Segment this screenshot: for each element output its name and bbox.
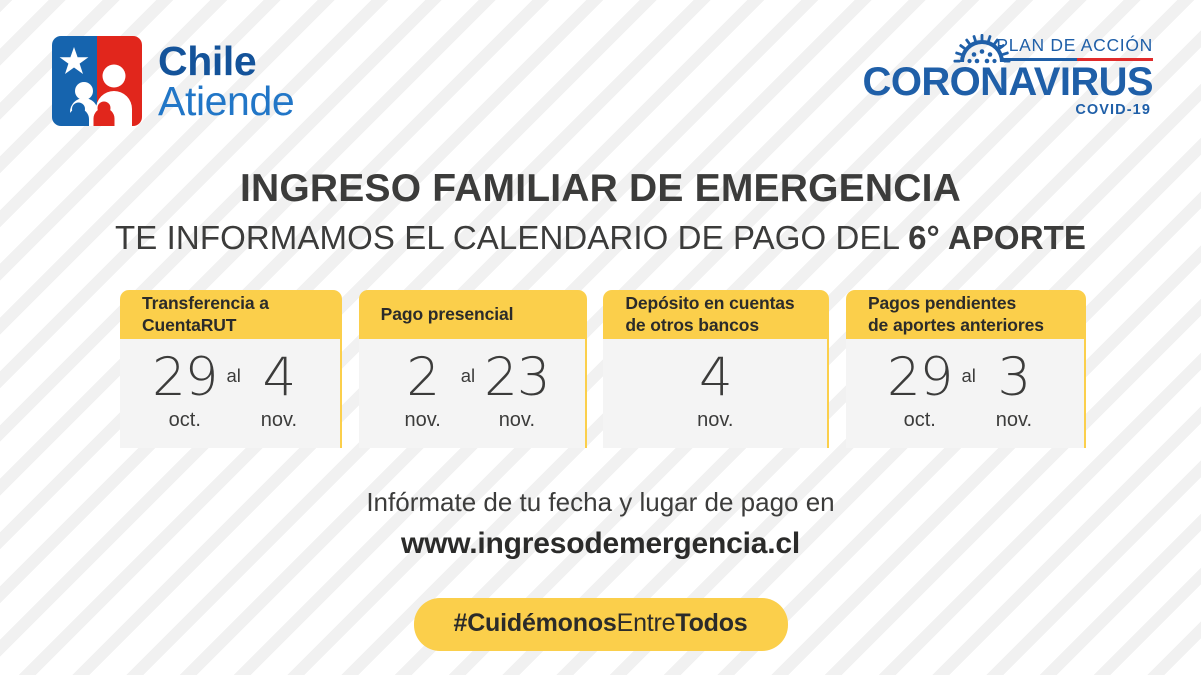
date-day: 3 bbox=[997, 347, 1032, 409]
date-month: nov. bbox=[498, 408, 536, 431]
subtitle-emphasis: 6° APORTE bbox=[908, 218, 1086, 256]
card-title-line2: de otros bancos bbox=[625, 314, 759, 335]
payment-card-deposito-otros-bancos[interactable]: Depósito en cuentas de otros bancos 4 no… bbox=[603, 290, 830, 448]
date-end: 23 nov. bbox=[484, 347, 550, 431]
card-title-line2: CuentaRUT bbox=[142, 314, 237, 335]
card-body: 29 oct. al 3 nov. bbox=[845, 339, 1086, 448]
payment-card-transferencia-cuentarut[interactable]: Transferencia a CuentaRUT 29 oct. al 4 n… bbox=[120, 290, 342, 448]
date-day: 2 bbox=[406, 347, 440, 409]
coronavirus-wordmark: CORONAVIRUS bbox=[862, 60, 1154, 104]
card-header: Transferencia a CuentaRUT bbox=[120, 290, 342, 339]
card-body: 2 nov. al 23 nov. bbox=[358, 339, 587, 448]
card-body: 4 nov. bbox=[603, 339, 830, 448]
date-day: 4 bbox=[698, 347, 733, 409]
covid19-label: COVID-19 bbox=[1075, 102, 1151, 118]
date-start: 29 oct. bbox=[152, 347, 218, 431]
page-header: Chile Atiende PLAN DE ACCIÓN CORONAVIRUS… bbox=[0, 0, 1201, 150]
chileatiende-word-chile: Chile bbox=[158, 37, 257, 84]
date-month: nov. bbox=[995, 408, 1033, 431]
date-month: nov. bbox=[697, 408, 734, 431]
hashtag-part-cuidemonos: #Cuidémonos bbox=[453, 609, 617, 637]
date-month: oct. bbox=[168, 408, 201, 431]
chileatiende-logo[interactable]: Chile Atiende bbox=[52, 36, 295, 126]
date-month: oct. bbox=[903, 408, 936, 431]
date-day: 29 bbox=[152, 347, 218, 409]
coronavirus-plan-logo[interactable]: PLAN DE ACCIÓN CORONAVIRUS COVID-19 bbox=[863, 32, 1154, 118]
page-subtitle: TE INFORMAMOS EL CALENDARIO DE PAGO DEL … bbox=[0, 219, 1201, 257]
hashtag-badge[interactable]: #CuidémonosEntreTodos bbox=[413, 598, 788, 651]
date-range: 2 nov. al 23 nov. bbox=[394, 347, 551, 431]
date-range: 29 oct. al 4 nov. bbox=[152, 347, 308, 431]
card-header: Pago presencial bbox=[358, 290, 587, 339]
card-body: 29 oct. al 4 nov. bbox=[120, 339, 342, 448]
info-block: Infórmate de tu fecha y lugar de pago en… bbox=[0, 487, 1201, 562]
date-range: 29 oct. al 3 nov. bbox=[887, 347, 1043, 431]
page-title: INGRESO FAMILIAR DE EMERGENCIA bbox=[239, 167, 962, 210]
hashtag-part-todos: Todos bbox=[675, 609, 748, 637]
date-day: 29 bbox=[887, 347, 953, 409]
chile-flag-family-icon bbox=[52, 36, 142, 126]
payment-card-pago-presencial[interactable]: Pago presencial 2 nov. al 23 nov. bbox=[358, 290, 587, 448]
website-url[interactable]: www.ingresodemergencia.cl bbox=[401, 526, 800, 562]
date-separator: al bbox=[226, 365, 241, 387]
card-header: Pagos pendientes de aportes anteriores bbox=[845, 290, 1086, 339]
card-header: Depósito en cuentas de otros bancos bbox=[603, 290, 830, 339]
payment-calendar-cards: Transferencia a CuentaRUT 29 oct. al 4 n… bbox=[120, 290, 1086, 448]
title-block: INGRESO FAMILIAR DE EMERGENCIA TE INFORM… bbox=[0, 167, 1201, 257]
date-month: nov. bbox=[404, 408, 441, 431]
card-title-line1: Depósito en cuentas bbox=[625, 293, 795, 314]
card-title-line1: Pagos pendientes bbox=[867, 293, 1017, 314]
plan-de-accion-label: PLAN DE ACCIÓN bbox=[996, 35, 1153, 55]
chileatiende-word-atiende: Atiende bbox=[158, 78, 295, 124]
date-separator: al bbox=[961, 365, 976, 387]
date-single: 4 nov. bbox=[686, 347, 744, 431]
subtitle-prefix: TE INFORMAMOS EL CALENDARIO DE PAGO DEL bbox=[115, 218, 909, 256]
date-end: 4 nov. bbox=[250, 347, 308, 431]
payment-card-pagos-pendientes[interactable]: Pagos pendientes de aportes anteriores 2… bbox=[845, 290, 1086, 448]
date-start: 29 oct. bbox=[887, 347, 953, 431]
card-title-line2: de aportes anteriores bbox=[867, 314, 1044, 335]
date-end: 3 nov. bbox=[985, 347, 1043, 431]
date-month: nov. bbox=[260, 408, 298, 431]
hashtag-part-entre: Entre bbox=[616, 609, 676, 637]
date-day: 4 bbox=[262, 347, 297, 409]
date-start: 2 nov. bbox=[394, 347, 452, 431]
info-text: Infórmate de tu fecha y lugar de pago en bbox=[366, 487, 835, 517]
card-title-line1: Pago presencial bbox=[380, 303, 514, 324]
chileatiende-wordmark: Chile Atiende bbox=[158, 37, 295, 124]
date-separator: al bbox=[460, 365, 476, 387]
card-title-line1: Transferencia a bbox=[142, 293, 269, 314]
date-day: 23 bbox=[484, 347, 550, 409]
date-range: 4 nov. bbox=[686, 347, 744, 431]
